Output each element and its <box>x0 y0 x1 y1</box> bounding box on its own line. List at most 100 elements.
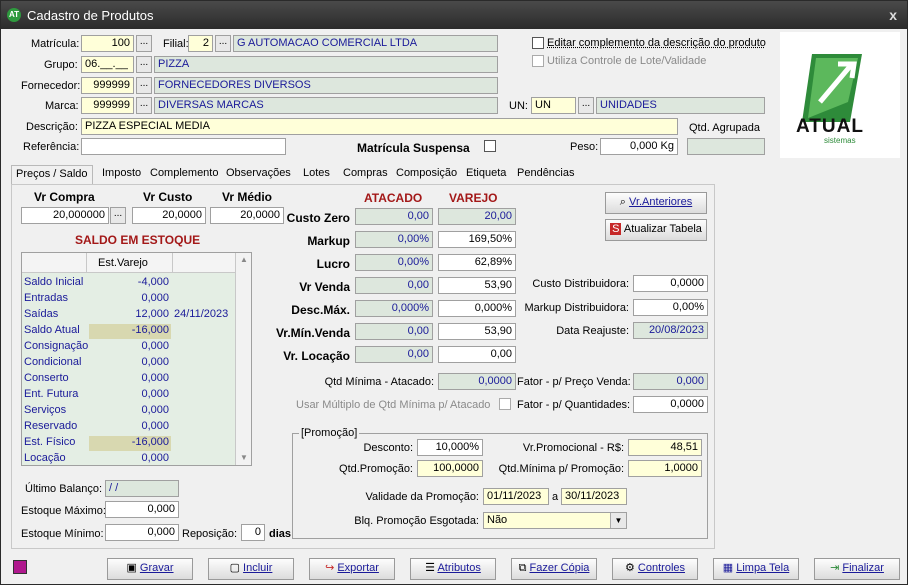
filial-input[interactable]: 2 <box>188 35 213 52</box>
saldo-row[interactable]: Entradas 0,000 <box>22 291 236 307</box>
varejo-value[interactable]: 0,000% <box>438 300 516 317</box>
validade-inicio-input[interactable]: 01/11/2023 <box>483 488 549 505</box>
editar-complemento-label[interactable]: Editar complemento da descrição do produ… <box>547 37 766 49</box>
descricao-input[interactable]: PIZZA ESPECIAL MEDIA <box>81 118 678 135</box>
tab-composicao[interactable]: Composição <box>392 165 461 184</box>
fornecedor-lookup-button[interactable]: ... <box>136 77 152 94</box>
est-min-input[interactable]: 0,000 <box>105 524 179 541</box>
varejo-value[interactable]: 53,90 <box>438 277 516 294</box>
atacado-value[interactable]: 0,00% <box>355 254 433 271</box>
validade-fim-input[interactable]: 30/11/2023 <box>561 488 627 505</box>
saldo-row-label: Conserto <box>24 372 69 384</box>
un-input[interactable]: UN <box>531 97 576 114</box>
atacado-value[interactable]: 0,00 <box>355 323 433 340</box>
atacado-value[interactable]: 0,000% <box>355 300 433 317</box>
reposicao-input[interactable]: 0 <box>241 524 265 541</box>
qtd-promocao-input[interactable]: 100,0000 <box>417 460 483 477</box>
tab-etiqueta[interactable]: Etiqueta <box>462 165 510 184</box>
scroll-up-icon[interactable]: ▲ <box>240 255 248 264</box>
atacado-value[interactable]: 0,00 <box>355 346 433 363</box>
blq-select[interactable]: Não ▼ <box>483 512 627 529</box>
exportar-button[interactable]: ↪ Exportar <box>309 558 395 580</box>
editar-complemento-checkbox[interactable] <box>532 37 544 49</box>
varejo-value[interactable]: 53,90 <box>438 323 516 340</box>
dias-label: dias <box>269 528 292 540</box>
varejo-value[interactable]: 20,00 <box>438 208 516 225</box>
saldo-row[interactable]: Ent. Futura 0,000 <box>22 387 236 403</box>
close-icon[interactable]: x <box>889 7 897 23</box>
incluir-button[interactable]: ▢ Incluir <box>208 558 294 580</box>
pricing-row-label: Lucro <box>316 257 350 271</box>
finalizar-button[interactable]: ⇥ Finalizar <box>814 558 900 580</box>
saldo-row[interactable]: Saldo Atual -16,000 <box>22 323 236 339</box>
qtd-min-promo-input[interactable]: 1,0000 <box>628 460 702 477</box>
gravar-button[interactable]: ▣ Gravar <box>107 558 193 580</box>
vr-compra-lookup-button[interactable]: ... <box>110 207 126 224</box>
fornecedor-input[interactable]: 999999 <box>81 77 134 94</box>
grupo-lookup-button[interactable]: ... <box>136 56 152 73</box>
saldo-row[interactable]: Saldo Inicial -4,000 <box>22 275 236 291</box>
qtd-min-atacado-input[interactable]: 0,0000 <box>438 373 516 390</box>
marca-input[interactable]: 999999 <box>81 97 134 114</box>
fator-qtd-label: Fator - p/ Quantidades: <box>517 399 631 411</box>
tab-complemento[interactable]: Complemento <box>146 165 222 184</box>
atacado-value[interactable]: 0,00 <box>355 277 433 294</box>
est-max-input[interactable]: 0,000 <box>105 501 179 518</box>
saldo-row[interactable]: Condicional 0,000 <box>22 355 236 371</box>
saldo-row-value: -16,000 <box>89 324 171 339</box>
tab-compras[interactable]: Compras <box>339 165 392 184</box>
desconto-input[interactable]: 10,000% <box>417 439 483 456</box>
saldo-row-value: -16,000 <box>89 436 171 451</box>
varejo-value[interactable]: 62,89% <box>438 254 516 271</box>
limpa-tela-button[interactable]: ▦ Limpa Tela <box>713 558 799 580</box>
saldo-row-label: Entradas <box>24 292 69 304</box>
vr-custo-input[interactable]: 20,0000 <box>132 207 206 224</box>
fazer-copia-button[interactable]: ⧉ Fazer Cópia <box>511 558 597 580</box>
peso-input[interactable]: 0,000 Kg <box>600 138 678 155</box>
chevron-down-icon: ▼ <box>610 513 626 528</box>
filial-lookup-button[interactable]: ... <box>215 35 231 52</box>
controles-button[interactable]: ⚙ Controles <box>612 558 698 580</box>
saldo-row-value: 0,000 <box>141 340 169 352</box>
scroll-down-icon[interactable]: ▼ <box>240 453 248 462</box>
tab-imposto[interactable]: Imposto <box>98 165 145 184</box>
saldo-row[interactable]: Saídas 12,000 24/11/2023 <box>22 307 236 323</box>
peso-label: Peso: <box>570 141 599 153</box>
saldo-scrollbar[interactable]: ▲ ▼ <box>235 253 251 465</box>
column-divider <box>172 253 173 273</box>
saldo-row-value: 0,000 <box>141 372 169 384</box>
saldo-row[interactable]: Conserto 0,000 <box>22 371 236 387</box>
custo-dist-input[interactable]: 0,0000 <box>633 275 708 292</box>
matricula-suspensa-checkbox[interactable] <box>484 140 496 152</box>
saldo-row[interactable]: Locação 0,000 <box>22 451 236 467</box>
saldo-row[interactable]: Reservado 0,000 <box>22 419 236 435</box>
marca-lookup-button[interactable]: ... <box>136 97 152 114</box>
markup-dist-input[interactable]: 0,00% <box>633 299 708 316</box>
atacado-value[interactable]: 0,00% <box>355 231 433 248</box>
atacado-value[interactable]: 0,00 <box>355 208 433 225</box>
saldo-list[interactable]: Est.Varejo Saldo Inicial -4,000 Entradas 0,… <box>21 252 252 466</box>
tab-pendencias[interactable]: Pendências <box>513 165 579 184</box>
tab-lotes[interactable]: Lotes <box>299 165 334 184</box>
varejo-value[interactable]: 169,50% <box>438 231 516 248</box>
varejo-header: VAREJO <box>449 191 498 205</box>
vr-promocional-input[interactable]: 48,51 <box>628 439 702 456</box>
fator-preco-input[interactable]: 0,000 <box>633 373 708 390</box>
un-lookup-button[interactable]: ... <box>578 97 594 114</box>
vr-anteriores-button[interactable]: ⌕ Vr.Anteriores <box>605 192 707 214</box>
tab-observacoes[interactable]: Observações <box>222 165 295 184</box>
vr-compra-input[interactable]: 20,000000 <box>21 207 109 224</box>
matricula-lookup-button[interactable]: ... <box>136 35 152 52</box>
fator-qtd-input[interactable]: 0,0000 <box>633 396 708 413</box>
atributos-button[interactable]: ☰ Atributos <box>410 558 496 580</box>
saldo-row[interactable]: Consignação 0,000 <box>22 339 236 355</box>
saldo-row[interactable]: Serviços 0,000 <box>22 403 236 419</box>
varejo-value[interactable]: 0,00 <box>438 346 516 363</box>
referencia-input[interactable] <box>81 138 286 155</box>
atualizar-tabela-button[interactable]: S Atualizar Tabela <box>605 219 707 241</box>
saldo-row[interactable]: Est. Físico -16,000 <box>22 435 236 451</box>
matricula-input[interactable]: 100 <box>81 35 134 52</box>
qtd-agrupada-input[interactable] <box>687 138 765 155</box>
tab-precos-saldo[interactable]: Preços / Saldo <box>11 165 93 184</box>
grupo-input[interactable]: 06.__.__ <box>81 56 134 73</box>
